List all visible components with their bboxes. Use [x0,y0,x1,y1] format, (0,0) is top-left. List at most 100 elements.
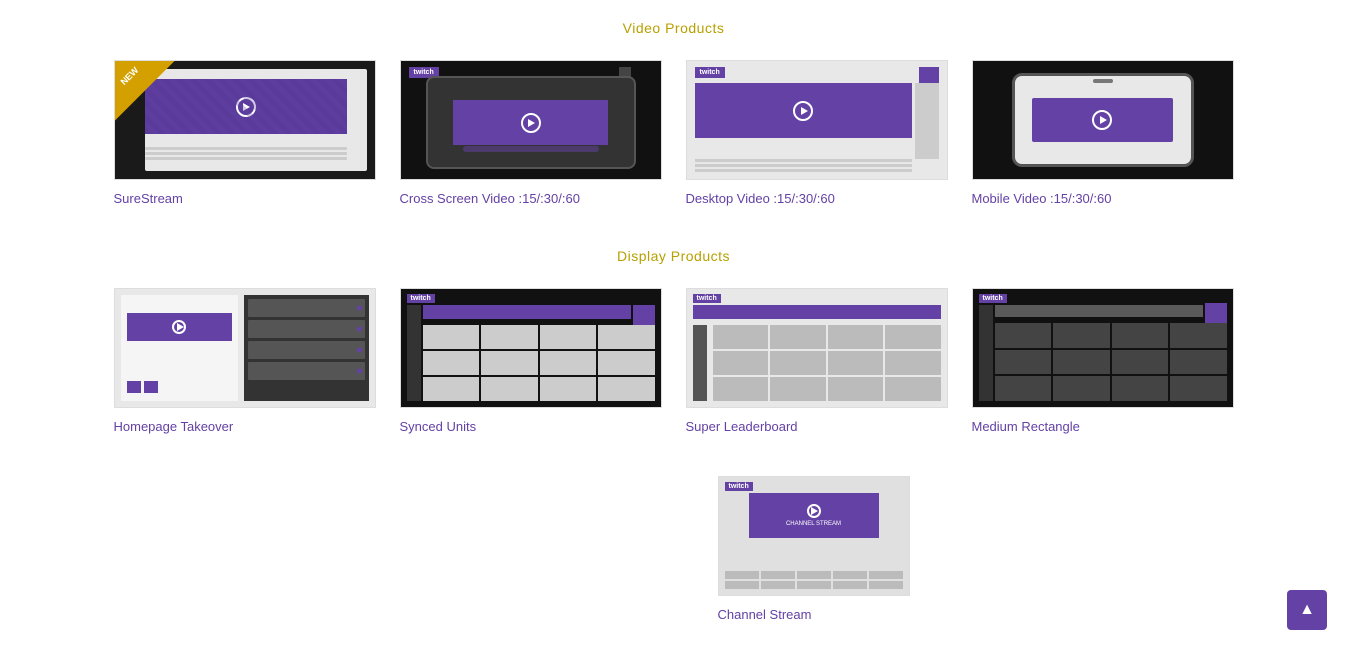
product-cross-screen[interactable]: twitch Cross Screen Video :15/:30/:60 [400,60,662,208]
mr-6 [1053,350,1110,375]
dot-4 [357,369,362,374]
med-banner [995,305,1203,317]
ss-bar-3 [145,157,347,160]
sl-2 [770,325,826,349]
sc-2 [481,325,538,349]
desktop-twitch-logo: twitch [695,67,725,78]
sl-6 [770,351,826,375]
ss-bars [145,147,347,167]
sc-9 [423,377,480,401]
page-wrapper: Video Products NEW Sur [74,0,1274,664]
chevron-up-icon: ▲ [1299,601,1315,619]
sl-12 [885,377,941,401]
video-products-grid: NEW SureStream twitch [114,60,1234,208]
dot-2 [357,327,362,332]
synced-twitch-logo: twitch [407,294,435,303]
hp-right-item-2 [248,320,365,338]
scroll-to-top-button[interactable]: ▲ [1287,590,1327,630]
mobile-video-inner [1032,98,1173,142]
dot-1 [357,306,362,311]
product-synced-units[interactable]: twitch [400,288,662,436]
cc-1 [725,571,759,579]
mr-9 [995,376,1052,401]
hp-mini-2 [144,381,158,393]
mr-10 [1053,376,1110,401]
hp-video-thumb [127,313,232,341]
super-leaderboard-thumbnail: twitch [686,288,948,408]
video-products-title: Video Products [114,20,1234,36]
sl-1 [713,325,769,349]
d-bar-1 [695,159,912,162]
sl-10 [770,377,826,401]
hp-right-item-1 [248,299,365,317]
ch-video-area: Channel Stream [749,493,879,538]
synced-grid [423,325,655,401]
sl-3 [828,325,884,349]
hp-mini-1 [127,381,141,393]
med-square [1205,303,1227,325]
display-products-title: Display Products [114,248,1234,264]
d-bar-3 [695,169,912,172]
sl-5 [713,351,769,375]
d-bar-2 [695,164,912,167]
cross-dots [463,146,599,152]
cross-video-inner [453,100,608,145]
hp-right-item-3 [248,341,365,359]
cc-9 [833,581,867,589]
product-homepage-takeover[interactable]: Homepage Takeover [114,288,376,436]
ss-stripes [145,79,347,134]
product-super-leaderboard[interactable]: twitch [686,288,948,436]
product-surestream[interactable]: NEW SureStream [114,60,376,208]
super-grid [713,325,941,401]
hp-right-item-4 [248,362,365,380]
ss-bar-2 [145,152,347,155]
display-products-grid: Homepage Takeover twitch [114,288,1234,436]
sl-9 [713,377,769,401]
sl-11 [828,377,884,401]
cc-2 [761,571,795,579]
super-banner [693,305,941,319]
cross-screen-thumbnail: twitch [400,60,662,180]
sc-8 [598,351,655,375]
bottom-row: twitch Channel Stream [114,476,1234,624]
product-medium-rectangle[interactable]: twitch [972,288,1234,436]
ss-browser [145,69,367,171]
channel-stream-thumbnail: twitch Channel Stream [718,476,910,596]
desktop-square [919,67,939,83]
cc-5 [869,571,903,579]
mr-3 [1112,323,1169,348]
surestream-thumbnail: NEW [114,60,376,180]
synced-units-label: Synced Units [400,419,477,434]
sc-11 [540,377,597,401]
product-channel-stream[interactable]: twitch Channel Stream [718,476,910,624]
mobile-device [1012,73,1194,167]
mr-1 [995,323,1052,348]
sc-3 [540,325,597,349]
super-left-bar [693,325,707,401]
product-mobile-video[interactable]: Mobile Video :15/:30/:60 [972,60,1234,208]
display-products-section: Display Products [114,248,1234,624]
sc-4 [598,325,655,349]
sc-1 [423,325,480,349]
desktop-bars [695,159,912,173]
cc-3 [797,571,831,579]
mr-4 [1170,323,1227,348]
desktop-video-thumbnail: twitch [686,60,948,180]
play-icon [1092,110,1112,130]
hp-left-col [121,295,238,401]
med-twitch-logo: twitch [979,294,1007,303]
dot-3 [357,348,362,353]
medium-rectangle-thumbnail: twitch [972,288,1234,408]
sc-10 [481,377,538,401]
cc-7 [761,581,795,589]
desktop-video-area [695,83,912,138]
hp-small-blocks [127,381,232,393]
mobile-video-label: Mobile Video :15/:30/:60 [972,191,1112,206]
play-icon [793,101,813,121]
med-grid [995,323,1227,401]
sc-6 [481,351,538,375]
ch-label-text: Channel Stream [786,521,841,527]
cc-4 [833,571,867,579]
mr-12 [1170,376,1227,401]
product-desktop-video[interactable]: twitch Desktop Video :15/:30/:60 [686,60,948,208]
